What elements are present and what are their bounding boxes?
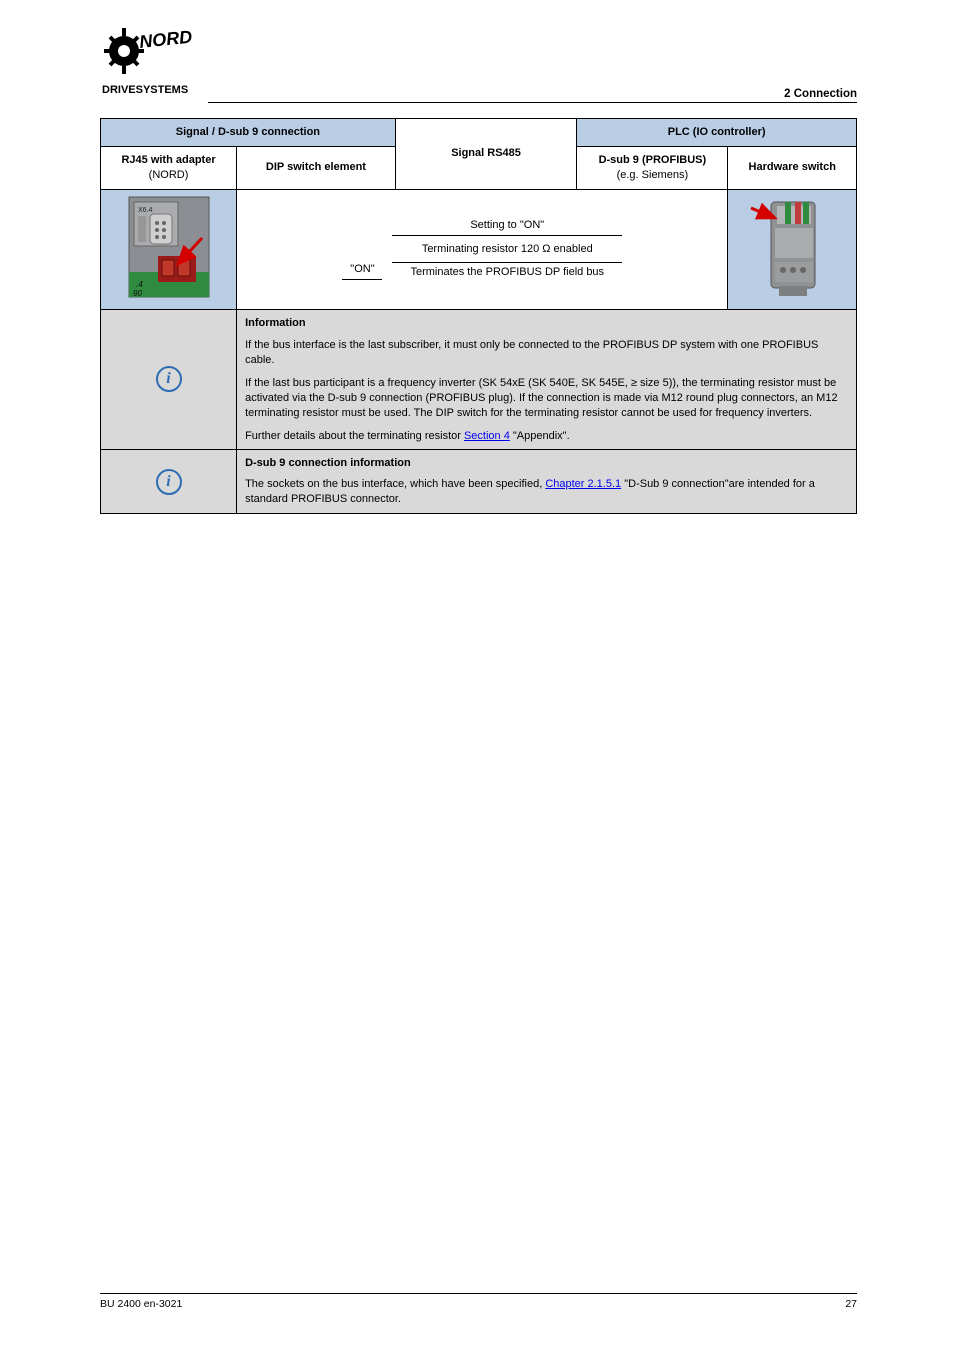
image-nord-connector: X6.4 .4 90	[101, 189, 237, 309]
signal-table: Signal / D-sub 9 connection Signal RS485…	[100, 118, 857, 514]
footer-page: 27	[845, 1298, 857, 1310]
th-plc: PLC (IO controller)	[577, 119, 857, 147]
th-dip: DIP switch element	[237, 146, 396, 189]
section-title: 2 Connection	[784, 88, 857, 100]
th-signal-rs485: Signal RS485	[395, 119, 576, 190]
th-rj45-nord: RJ45 with adapter (NORD)	[101, 146, 237, 189]
footer-doc-id: BU 2400 en-3021	[100, 1298, 182, 1310]
nord-logo: NORD DRIVESYSTEMS	[102, 26, 202, 96]
link-section-4[interactable]: Section 4	[464, 430, 510, 442]
th-dsub9-plc: D-sub 9 (PROFIBUS) (e.g. Siemens)	[577, 146, 728, 189]
termination-setting: "ON" Setting to "ON" Terminating resisto…	[237, 189, 728, 309]
image-profibus-plug	[728, 189, 857, 309]
svg-text:.4: .4	[136, 280, 143, 289]
link-section-2151[interactable]: Chapter 2.1.5.1	[545, 478, 621, 490]
note-dsub-info: D-sub 9 connection information The socke…	[237, 450, 857, 514]
th-hw: Hardware switch	[728, 146, 857, 189]
th-signal-d9: Signal / D-sub 9 connection	[101, 119, 396, 147]
svg-text:X6.4: X6.4	[138, 207, 153, 214]
info-icon-2: i	[101, 450, 237, 514]
svg-text:DRIVESYSTEMS: DRIVESYSTEMS	[102, 84, 188, 96]
svg-text:NORD: NORD	[138, 27, 193, 52]
info-icon-1: i	[101, 309, 237, 450]
note-information: Information If the bus interface is the …	[237, 309, 857, 450]
svg-text:90: 90	[133, 289, 142, 298]
